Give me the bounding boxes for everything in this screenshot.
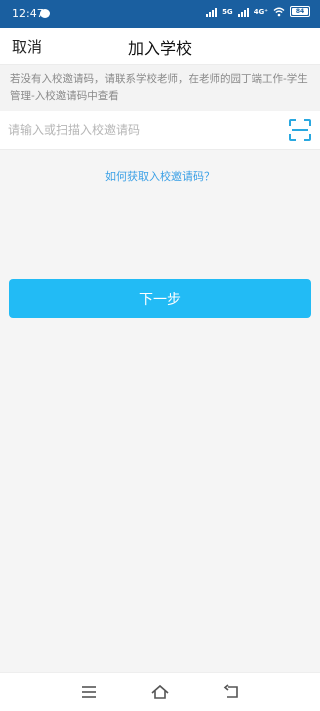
signal-bars-icon-2 [237, 7, 249, 17]
invite-code-row [0, 111, 320, 150]
home-icon[interactable] [150, 682, 170, 702]
help-link[interactable]: 如何获取入校邀请码？ [0, 168, 320, 184]
wifi-icon [273, 7, 285, 16]
back-icon[interactable] [222, 682, 242, 702]
status-indicators: 5G 4G⁺ 84 [206, 6, 310, 17]
notice-text: 若没有入校邀请码，请联系学校老师，在老师的园丁端工作-学生管理-入校邀请码中查看 [0, 65, 320, 111]
nav-bar: 取消 加入学校 [0, 28, 320, 65]
next-button[interactable]: 下一步 [9, 279, 311, 318]
status-time: 12:47 [12, 7, 44, 20]
signal-label-5g: 5G [222, 7, 233, 16]
page-title: 加入学校 [127, 39, 192, 58]
status-bar: 12:47 5G 4G⁺ 84 [0, 0, 320, 28]
signal-bars-icon [206, 7, 218, 17]
system-nav-bar [0, 672, 320, 711]
message-icon [40, 9, 50, 18]
battery-icon: 84 [290, 6, 310, 17]
scan-icon[interactable] [288, 118, 312, 142]
invite-code-input[interactable] [8, 117, 278, 143]
battery-level: 84 [295, 8, 305, 15]
menu-icon[interactable] [79, 682, 99, 702]
signal-label-4g: 4G⁺ [253, 7, 268, 16]
